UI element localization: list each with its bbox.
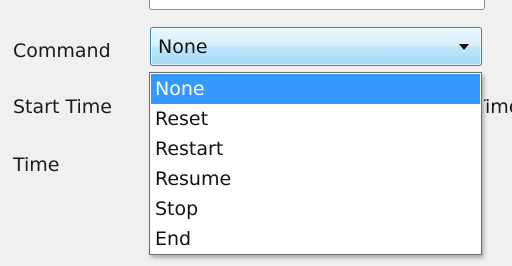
dropdown-option-stop[interactable]: Stop — [151, 194, 480, 224]
dropdown-option-none[interactable]: None — [151, 74, 480, 104]
start-time-label: Start Time — [13, 96, 112, 118]
command-combobox[interactable]: None — [150, 27, 482, 66]
command-dropdown-list[interactable]: None Reset Restart Resume Stop End — [149, 72, 482, 255]
chevron-down-icon[interactable] — [459, 44, 469, 50]
command-label: Command — [13, 40, 111, 62]
dropdown-option-reset[interactable]: Reset — [151, 104, 480, 134]
dropdown-option-resume[interactable]: Resume — [151, 164, 480, 194]
previous-field[interactable] — [149, 0, 485, 10]
dropdown-option-restart[interactable]: Restart — [151, 134, 480, 164]
combobox-value: None — [158, 36, 208, 58]
time-label: Time — [13, 154, 60, 176]
obscured-field-label: Time — [484, 96, 512, 118]
dropdown-option-end[interactable]: End — [151, 224, 480, 254]
